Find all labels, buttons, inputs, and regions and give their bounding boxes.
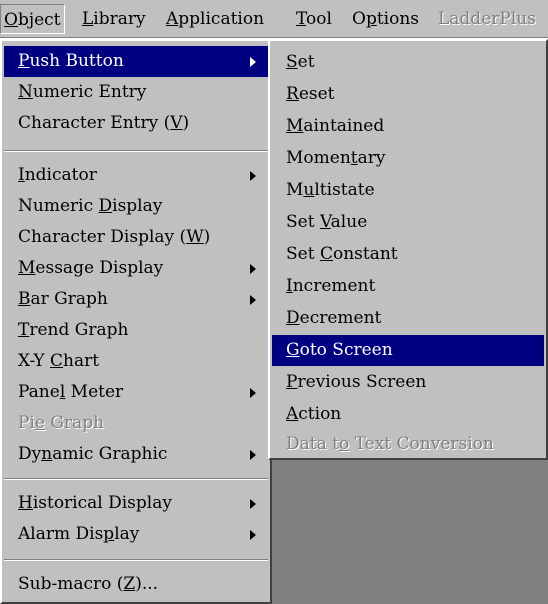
pb-item-set-value[interactable]: Set Value <box>272 207 544 238</box>
pb-item-set[interactable]: Set <box>272 47 544 78</box>
menu-object[interactable]: Object <box>0 4 65 34</box>
object-item-indicator[interactable]: Indicator <box>4 160 268 191</box>
menu-bar: Object Library Application Tool Options … <box>0 0 548 38</box>
pb-item-set-constant[interactable]: Set Constant <box>272 239 544 270</box>
submenu-arrow-icon <box>250 57 256 67</box>
pb-item-goto-screen[interactable]: Goto Screen <box>272 335 544 366</box>
object-item-trend-graph[interactable]: Trend Graph <box>4 315 268 346</box>
object-item-dynamic-graphic[interactable]: Dynamic Graphic <box>4 439 268 470</box>
submenu-arrow-icon <box>250 499 256 509</box>
submenu-arrow-icon <box>250 295 256 305</box>
pb-item-action[interactable]: Action <box>272 399 544 430</box>
pb-item-reset[interactable]: Reset <box>272 79 544 110</box>
pb-item-increment[interactable]: Increment <box>272 271 544 302</box>
object-item-character-entry[interactable]: Character Entry (V) <box>4 108 268 139</box>
object-item-push-button[interactable]: Push Button <box>4 46 268 77</box>
push-button-submenu: Set Reset Maintained Momentary Multistat… <box>268 39 548 460</box>
object-item-message-display[interactable]: Message Display <box>4 253 268 284</box>
menu-ladderplus: LadderPlus <box>438 9 536 29</box>
object-item-pie-graph: Pie Graph <box>18 413 105 433</box>
menu-application[interactable]: Application <box>166 4 264 34</box>
object-menu: Push Button Numeric Entry Character Entr… <box>0 39 272 604</box>
workspace-background <box>268 460 548 604</box>
object-item-xy-chart[interactable]: X-Y Chart <box>4 346 268 377</box>
submenu-arrow-icon <box>250 530 256 540</box>
pb-item-multistate[interactable]: Multistate <box>272 175 544 206</box>
object-item-numeric-entry[interactable]: Numeric Entry <box>4 77 268 108</box>
submenu-arrow-icon <box>250 388 256 398</box>
pb-item-data-to-text: Data to Text Conversion <box>286 434 494 454</box>
object-item-character-display[interactable]: Character Display (W) <box>4 222 268 253</box>
object-item-panel-meter[interactable]: Panel Meter <box>4 377 268 408</box>
submenu-arrow-icon <box>250 171 256 181</box>
pb-item-momentary[interactable]: Momentary <box>272 143 544 174</box>
menu-separator <box>4 478 268 480</box>
menu-library[interactable]: Library <box>82 4 146 34</box>
menu-separator <box>4 150 268 152</box>
object-item-historical-display[interactable]: Historical Display <box>4 488 268 519</box>
object-item-sub-macro[interactable]: Sub-macro (Z)... <box>4 569 268 600</box>
pb-item-decrement[interactable]: Decrement <box>272 303 544 334</box>
object-item-alarm-display[interactable]: Alarm Display <box>4 519 268 550</box>
submenu-arrow-icon <box>250 450 256 460</box>
object-item-bar-graph[interactable]: Bar Graph <box>4 284 268 315</box>
pb-item-maintained[interactable]: Maintained <box>272 111 544 142</box>
menu-options[interactable]: Options <box>352 4 419 34</box>
pb-item-previous-screen[interactable]: Previous Screen <box>272 367 544 398</box>
menu-tool[interactable]: Tool <box>296 4 332 34</box>
menu-separator <box>4 559 268 561</box>
submenu-arrow-icon <box>250 264 256 274</box>
object-item-numeric-display[interactable]: Numeric Display <box>4 191 268 222</box>
